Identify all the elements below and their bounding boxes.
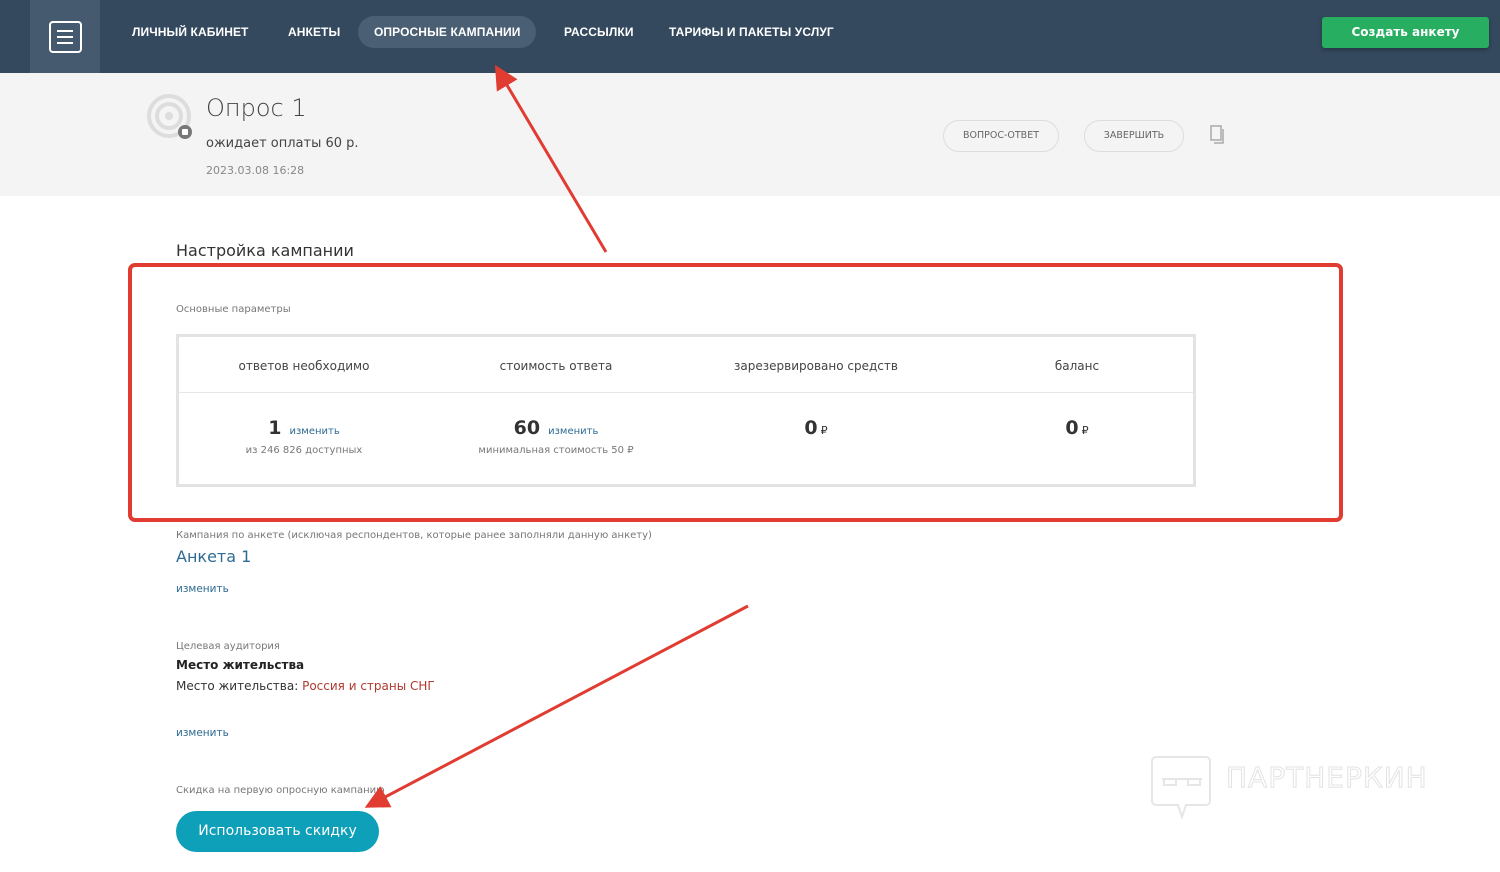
survey-title: Опрос 1 xyxy=(206,94,307,122)
nav-survey-campaigns[interactable]: ОПРОСНЫЕ КАМПАНИИ xyxy=(358,16,537,48)
nav-forms[interactable]: АНКЕТЫ xyxy=(288,16,340,48)
residence-value: Россия и страны СНГ xyxy=(302,679,435,693)
divider xyxy=(179,392,1193,393)
col-answer-cost: стоимость ответа xyxy=(499,359,613,373)
ruble-icon: ₽ xyxy=(1081,424,1089,437)
survey-status: ожидает оплаты 60 р. xyxy=(206,136,359,151)
change-answers-link[interactable]: изменить xyxy=(289,426,339,437)
nav-tariffs[interactable]: ТАРИФЫ И ПАКЕТЫ УСЛУГ xyxy=(669,16,834,48)
qa-button[interactable]: ВОПРОС-ОТВЕТ xyxy=(943,120,1059,152)
basic-params-label: Основные параметры xyxy=(176,304,291,315)
answers-available: из 246 826 доступных xyxy=(245,445,363,456)
nav-personal-account[interactable]: ЛИЧНЫЙ КАБИНЕТ xyxy=(132,16,249,48)
settings-heading: Настройка кампании xyxy=(176,241,354,260)
reserved-value: 0 xyxy=(804,417,818,439)
watermark-logo: ПАРТНЕРКИН xyxy=(1150,755,1427,825)
finish-button[interactable]: ЗАВЕРШИТЬ xyxy=(1084,120,1184,152)
survey-date: 2023.03.08 16:28 xyxy=(206,164,305,177)
min-cost: минимальная стоимость 50 ₽ xyxy=(478,445,634,456)
col-balance: баланс xyxy=(1054,359,1100,373)
change-audience-link[interactable]: изменить xyxy=(176,727,229,739)
answers-value: 1 xyxy=(268,417,282,439)
use-discount-button[interactable]: Использовать скидку xyxy=(176,811,379,852)
nav-mailings[interactable]: РАССЫЛКИ xyxy=(564,16,634,48)
menu-button[interactable] xyxy=(30,0,100,73)
params-table: ответов необходимо стоимость ответа заре… xyxy=(176,334,1196,487)
create-form-button[interactable]: Создать анкету xyxy=(1322,17,1489,48)
watermark-text: ПАРТНЕРКИН xyxy=(1226,761,1428,795)
col-reserved: зарезервировано средств xyxy=(734,359,898,373)
change-cost-link[interactable]: изменить xyxy=(548,426,598,437)
copy-icon[interactable] xyxy=(1210,125,1226,145)
ruble-icon: ₽ xyxy=(820,424,828,437)
residence-heading: Место жительства xyxy=(176,658,305,672)
discount-label: Скидка на первую опросную кампанию xyxy=(176,785,385,796)
target-icon xyxy=(147,94,192,139)
change-form-link[interactable]: изменить xyxy=(176,583,229,595)
balance-value: 0 xyxy=(1065,417,1079,439)
arrow-to-discount xyxy=(364,604,749,808)
cost-value: 60 xyxy=(513,417,541,439)
residence-label: Место жительства: xyxy=(176,679,299,693)
survey-header xyxy=(0,73,1500,196)
residence-line: Место жительства: Россия и страны СНГ xyxy=(176,679,435,693)
campaign-label: Кампания по анкете (исключая респонденто… xyxy=(176,530,652,541)
top-navbar: ЛИЧНЫЙ КАБИНЕТ АНКЕТЫ ОПРОСНЫЕ КАМПАНИИ … xyxy=(0,0,1500,73)
hamburger-icon xyxy=(48,20,82,53)
form-name-link[interactable]: Анкета 1 xyxy=(176,547,251,566)
chat-glasses-icon xyxy=(1151,756,1211,821)
col-answers-needed: ответов необходимо xyxy=(238,359,370,373)
audience-label: Целевая аудитория xyxy=(176,641,280,652)
